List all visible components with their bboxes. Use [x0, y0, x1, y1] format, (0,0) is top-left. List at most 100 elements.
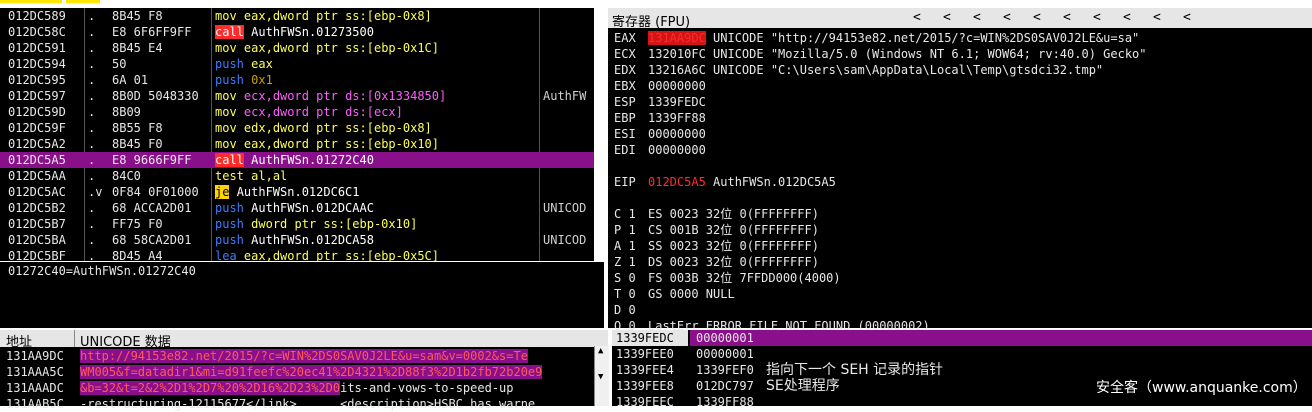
register-value[interactable]: 1339FF88 — [648, 111, 706, 125]
disasm-row[interactable]: 012DC5AA. 84C0 test al,al — [0, 168, 594, 184]
disasm-row[interactable]: 012DC597. 8B0D 5048330 mov ecx,dword ptr d… — [0, 88, 594, 104]
memory-dump-pane[interactable]: 地址 UNICODE 数据 131AA9DC http://94153e82.ne… — [0, 330, 608, 411]
disasm-row[interactable]: 012DC59F. 8B55 F8 mov edx,dword ptr ss:[eb… — [0, 120, 594, 136]
register-value[interactable]: 00000000 — [648, 79, 706, 93]
dump-scrollbar[interactable]: ▲ ▼ — [594, 346, 609, 406]
disasm-row[interactable]: 012DC595. 6A 01 push 0x1 — [0, 72, 594, 88]
stack-row[interactable]: 1339FEE4 1339FEF0 指向下一个 SEH 记录的指针 — [612, 362, 1312, 378]
register-detail: DS 0023 32位 0(FFFFFFFF) — [648, 255, 819, 269]
disasm-instruction: call AuthFWSn.01273500 — [215, 24, 374, 40]
stack-row[interactable]: 1339FEDC 00000001 — [612, 330, 1312, 346]
disasm-instruction: je AuthFWSn.012DC6C1 — [215, 184, 360, 200]
disasm-mnemonic: test — [215, 169, 244, 183]
stack-value: 1339FF88 — [696, 395, 754, 409]
disasm-instruction: mov ecx,dword ptr ds:[ecx] — [215, 104, 403, 120]
disasm-row[interactable]: 012DC5B7. FF75 F0 push dword ptr ss:[ebp-0… — [0, 216, 594, 232]
disasm-hex: 8B45 F8 — [112, 9, 163, 23]
disasm-marker: . — [88, 57, 96, 71]
register-line[interactable]: D 0 — [614, 302, 648, 318]
disasm-row[interactable]: 012DC58C. E8 6F6FF9FF call AuthFWSn.012735… — [0, 24, 594, 40]
register-line[interactable]: C 1 ES 0023 32位 0(FFFFFFFF) — [614, 206, 819, 222]
dump-address: 131AAADC — [6, 381, 64, 395]
stack-row[interactable]: 1339FEE0 00000001 — [612, 346, 1312, 362]
disasm-row[interactable]: 012DC5AC .v 0F84 0F01000 je AuthFWSn.012DC6… — [0, 184, 594, 200]
disasm-comment: AuthFW — [543, 89, 587, 103]
register-line[interactable]: ESI 00000000 — [614, 126, 706, 142]
disasm-instruction: mov edx,dword ptr ss:[ebp-0x8] — [215, 120, 432, 136]
disasm-address: 012DC5B2 — [8, 201, 66, 215]
watermark: 安全客（www.anquanke.com） — [1096, 380, 1307, 396]
disasm-mnemonic: mov — [215, 137, 237, 151]
panel-arrow-icon[interactable]: < — [1063, 10, 1071, 25]
panel-arrow-icon[interactable]: < — [1003, 10, 1011, 25]
register-line[interactable]: ESP 1339FEDC — [614, 94, 706, 110]
panel-arrow-icon[interactable]: < — [1123, 10, 1131, 25]
disasm-row[interactable]: 012DC5A2. 8B45 F0 mov eax,dword ptr ss:[eb… — [0, 136, 594, 152]
disasm-row[interactable]: 012DC5B2. 68 ACCA2D01 push AuthFWSn.012DCA… — [0, 200, 594, 216]
disasm-hex: FF75 F0 — [112, 217, 163, 231]
disassembly-pane[interactable]: 012DC589. 8B45 F8 mov eax,dword ptr ss:[eb… — [0, 8, 594, 261]
disasm-row[interactable]: 012DC59D. 8B09 mov ecx,dword ptr ds:[ecx] — [0, 104, 594, 120]
disasm-instruction: push eax — [215, 56, 273, 72]
toolbar-yellow-mark — [0, 0, 62, 3]
disasm-address: 012DC5AC — [8, 185, 66, 199]
panel-arrow-icon[interactable]: < — [1093, 10, 1101, 25]
scroll-down-icon[interactable]: ▼ — [598, 372, 603, 382]
disasm-mnemonic: call — [215, 153, 244, 167]
disasm-address: 012DC589 — [8, 9, 66, 23]
panel-arrow-icon[interactable]: < — [943, 10, 951, 25]
disasm-marker: . — [88, 121, 96, 135]
register-value[interactable]: 00000000 — [648, 127, 706, 141]
register-detail: SS 0023 32位 0(FFFFFFFF) — [648, 239, 819, 253]
disasm-marker: . — [88, 73, 96, 87]
register-line[interactable]: EBX 00000000 — [614, 78, 706, 94]
register-line[interactable]: ECX 132010FC UNICODE "Mozilla/5.0 (Window… — [614, 46, 1147, 62]
register-value[interactable]: 1339FEDC — [648, 95, 706, 109]
register-line[interactable]: Z 1 DS 0023 32位 0(FFFFFFFF) — [614, 254, 819, 270]
panel-arrow-icon[interactable]: < — [1153, 10, 1161, 25]
register-name: T 0 — [614, 287, 636, 301]
panel-arrow-icon[interactable]: < — [1183, 10, 1191, 25]
disasm-row[interactable]: 012DC5BA. 68 58CA2D01 push AuthFWSn.012DCA… — [0, 232, 594, 248]
disasm-row[interactable]: 012DC589. 8B45 F8 mov eax,dword ptr ss:[eb… — [0, 8, 594, 24]
disasm-row[interactable]: 012DC5BF. 8D45 A4 lea eax,dword ptr ss:[eb… — [0, 248, 594, 261]
register-value[interactable]: 00000000 — [648, 143, 706, 157]
disasm-row[interactable]: 012DC594. 50 push eax — [0, 56, 594, 72]
register-value[interactable]: 131AA9DC — [648, 31, 706, 45]
disasm-marker: . — [88, 217, 96, 231]
register-line[interactable]: S 0 FS 003B 32位 7FFDD000(4000) — [614, 270, 841, 286]
scroll-up-icon[interactable]: ▲ — [598, 346, 603, 356]
stack-value: 00000001 — [696, 331, 754, 345]
register-value[interactable]: 132010FC — [648, 47, 706, 61]
disasm-row[interactable]: 012DC591. 8B45 E4 mov eax,dword ptr ss:[eb… — [0, 40, 594, 56]
stack-comment: 指向下一个 SEH 记录的指针 — [766, 362, 944, 378]
register-line[interactable]: EDX 13216A6C UNICODE "C:\Users\sam\AppDat… — [614, 62, 1103, 78]
disasm-address: 012DC5A5 — [8, 153, 66, 167]
register-line[interactable]: EDI 00000000 — [614, 142, 706, 158]
info-pane: 01272C40=AuthFWSn.01272C40 — [0, 262, 604, 328]
register-line[interactable]: T 0 GS 0000 NULL — [614, 286, 735, 302]
panel-arrow-icon[interactable]: < — [913, 10, 921, 25]
stack-value: 012DC797 — [696, 379, 754, 393]
register-line[interactable]: EBP 1339FF88 — [614, 110, 706, 126]
register-name: ECX — [614, 47, 636, 61]
column-separator — [74, 330, 75, 347]
register-line[interactable]: EAX 131AA9DC UNICODE "http://94153e82.net… — [614, 30, 1139, 46]
disasm-row[interactable]: 012DC5A5. E8 9666F9FF call AuthFWSn.01272C… — [0, 152, 594, 168]
panel-arrow-icon[interactable]: < — [973, 10, 981, 25]
disasm-address: 012DC595 — [8, 73, 66, 87]
dump-text-segment: its-and-vows-to-speed-up — [340, 381, 514, 395]
disasm-address: 012DC597 — [8, 89, 66, 103]
disasm-operand: edx,dword ptr ss:[ebp-0x8] — [243, 121, 432, 135]
disasm-hex: 8B45 F0 — [112, 137, 163, 151]
disasm-operand: eax — [251, 57, 273, 71]
register-line[interactable]: A 1 SS 0023 32位 0(FFFFFFFF) — [614, 238, 819, 254]
register-value[interactable]: 012DC5A5 — [648, 175, 706, 189]
panel-arrow-icon[interactable]: < — [1033, 10, 1041, 25]
register-value[interactable]: 13216A6C — [648, 63, 706, 77]
register-line[interactable]: P 1 CS 001B 32位 0(FFFFFFFF) — [614, 222, 819, 238]
register-line[interactable]: EIP 012DC5A5 AuthFWSn.012DC5A5 — [614, 174, 836, 190]
disasm-hex: 8B45 E4 — [112, 41, 163, 55]
registers-pane[interactable]: 寄存器 (FPU) < < < < < < < < < < EAX 131AA9DC UNICODE… — [608, 8, 1312, 333]
stack-value: 1339FEF0 — [696, 363, 754, 377]
